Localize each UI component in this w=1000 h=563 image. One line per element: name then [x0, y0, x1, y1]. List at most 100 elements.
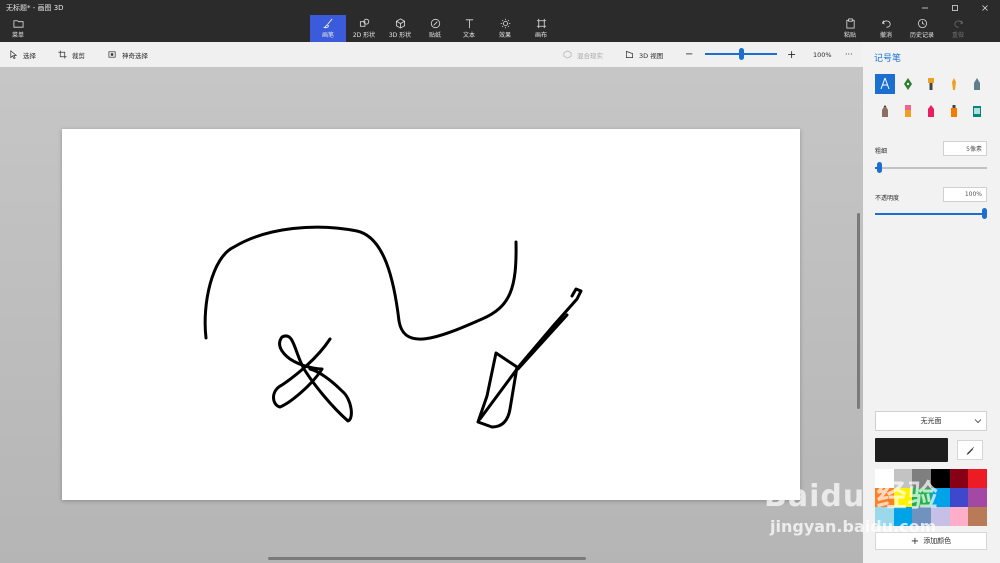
fill-brush[interactable] — [967, 101, 987, 121]
more-options-button[interactable]: ··· — [845, 42, 853, 67]
zoom-out-button[interactable]: − — [685, 42, 693, 67]
tab-3d-shapes-label: 3D 形状 — [388, 32, 412, 39]
opacity-slider-thumb[interactable] — [982, 208, 987, 219]
select-button[interactable]: 选择 — [9, 42, 36, 67]
text-icon — [465, 19, 473, 29]
maximize-button[interactable] — [940, 0, 970, 15]
clipboard-icon — [845, 18, 855, 29]
tab-stickers-label: 贴纸 — [428, 32, 441, 39]
thickness-label: 粗细 — [875, 148, 888, 155]
folder-icon — [13, 20, 23, 28]
undo-icon — [881, 20, 891, 28]
select-label: 选择 — [23, 51, 36, 60]
watercolor-brush[interactable] — [944, 74, 964, 94]
pixel-pen-icon — [974, 78, 980, 90]
tab-2d-shapes[interactable]: 2D 形状 — [346, 15, 382, 42]
tab-2d-shapes-label: 2D 形状 — [352, 32, 376, 39]
paste-button[interactable]: 粘贴 — [836, 15, 864, 42]
redo-label: 重做 — [951, 32, 964, 39]
tab-effects[interactable]: 效果 — [488, 15, 522, 42]
thickness-slider-track[interactable] — [875, 167, 987, 169]
mixed-reality-button[interactable]: 混合现实 — [563, 42, 603, 67]
brush-icon — [322, 18, 332, 29]
3d-view-button[interactable]: 3D 视图 — [625, 42, 663, 67]
tab-brushes-label: 画笔 — [321, 32, 334, 39]
redo-button[interactable]: 重做 — [944, 15, 972, 42]
oil-brush-icon — [928, 78, 934, 90]
crayon-icon — [928, 105, 934, 117]
3d-view-icon — [625, 50, 634, 59]
tab-3d-shapes[interactable]: 3D 形状 — [382, 15, 418, 42]
tab-canvas-label: 画布 — [534, 32, 547, 39]
stroke-right-figure — [476, 287, 583, 429]
tab-stickers[interactable]: 贴纸 — [418, 15, 452, 42]
canvas-icon — [536, 18, 546, 29]
window-title: 无标题* - 画图 3D — [6, 4, 64, 12]
tab-effects-label: 效果 — [498, 32, 511, 39]
stroke-curve — [203, 225, 518, 341]
horizontal-scrollbar[interactable] — [268, 557, 586, 560]
fill-bucket-icon — [973, 106, 981, 117]
minimize-button[interactable] — [910, 0, 940, 15]
shapes-3d-icon — [395, 18, 405, 29]
history-button[interactable]: 历史记录 — [904, 15, 940, 42]
watermark-site: jingyan.baidu.com — [770, 517, 937, 536]
thickness-input[interactable]: 5像素 — [943, 141, 987, 156]
mixed-reality-label: 混合现实 — [577, 51, 603, 60]
mixed-reality-icon — [563, 50, 572, 59]
finish-value: 无光面 — [920, 417, 942, 425]
zoom-in-label: + — [787, 48, 797, 61]
effects-icon — [500, 18, 510, 29]
shapes-2d-icon — [359, 18, 369, 27]
thickness-slider-thumb[interactable] — [876, 162, 882, 173]
marker-strokes — [203, 225, 583, 429]
drawing-canvas[interactable] — [62, 129, 800, 500]
crayon-brush[interactable] — [921, 101, 941, 121]
redo-icon — [953, 20, 963, 28]
history-icon — [917, 18, 927, 29]
spray-can-brush[interactable] — [944, 101, 964, 121]
magic-select-label: 神奇选择 — [122, 51, 148, 60]
menu-label: 菜单 — [11, 32, 24, 39]
eyedropper-icon — [966, 446, 974, 455]
title-bar: 无标题* - 画图 3D — [0, 0, 1000, 15]
tab-text-label: 文本 — [462, 32, 475, 39]
zoom-in-button[interactable]: + — [787, 42, 796, 67]
panel-title: 记号笔 — [874, 54, 902, 64]
chevron-down-icon — [974, 419, 982, 424]
zoom-value: 100% — [813, 50, 832, 59]
finish-dropdown[interactable]: 无光面 — [875, 411, 987, 431]
history-label: 历史记录 — [909, 32, 934, 39]
marker-brush[interactable] — [875, 74, 895, 94]
pencil-brush[interactable] — [875, 101, 895, 121]
tab-brushes[interactable]: 画笔 — [310, 15, 346, 42]
watermark-logo: Baidu 经验 — [764, 479, 939, 514]
opacity-input[interactable]: 100% — [943, 187, 987, 202]
crop-button[interactable]: 裁剪 — [58, 42, 85, 67]
menu-button[interactable]: 菜单 — [4, 15, 32, 42]
close-icon — [982, 4, 988, 11]
calligraphy-pen-brush[interactable] — [898, 74, 918, 94]
undo-button[interactable]: 撤消 — [872, 15, 900, 42]
vertical-scrollbar[interactable] — [857, 213, 860, 409]
close-button[interactable] — [970, 0, 1000, 15]
stroke-left-figure — [272, 334, 353, 423]
tab-canvas[interactable]: 画布 — [524, 15, 558, 42]
opacity-label: 不透明度 — [875, 195, 900, 202]
calligraphy-pen-icon — [904, 78, 912, 90]
pixel-pen-brush[interactable] — [967, 74, 987, 94]
eraser-brush[interactable] — [898, 101, 918, 121]
crop-label: 裁剪 — [72, 51, 85, 60]
opacity-slider-fill — [875, 213, 987, 215]
eraser-icon — [905, 105, 911, 117]
watercolor-icon — [952, 78, 956, 90]
oil-brush[interactable] — [921, 74, 941, 94]
undo-label: 撤消 — [879, 32, 892, 39]
cursor-icon — [10, 50, 18, 59]
zoom-slider-thumb[interactable] — [738, 48, 744, 60]
tab-text[interactable]: 文本 — [452, 15, 486, 42]
paste-label: 粘贴 — [843, 32, 856, 39]
3d-view-label: 3D 视图 — [639, 51, 664, 60]
crop-icon — [58, 50, 67, 59]
magic-select-button[interactable]: 神奇选择 — [108, 42, 148, 67]
